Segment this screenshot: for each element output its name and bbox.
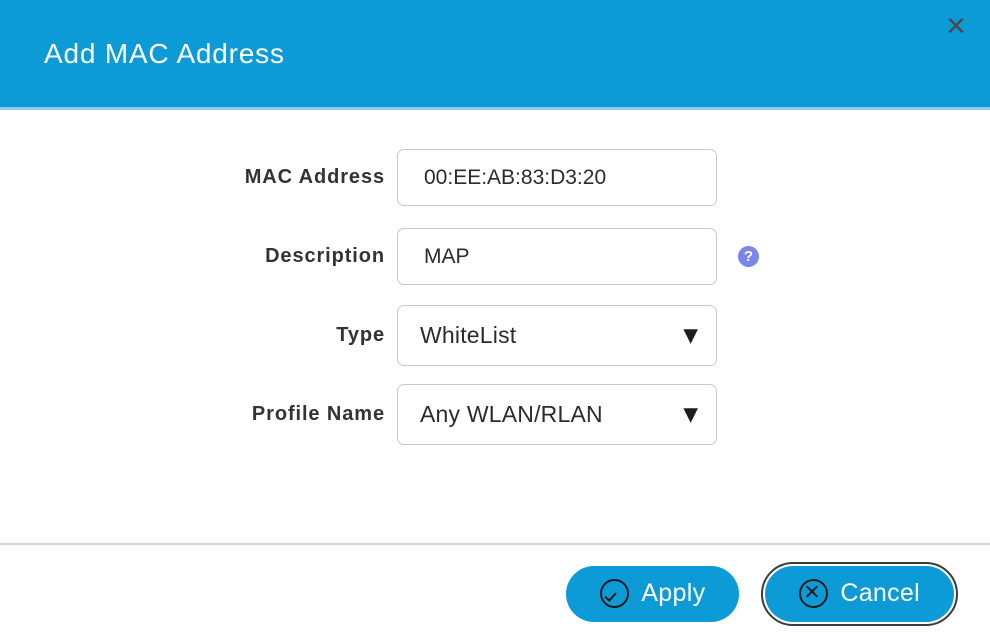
- page-title: Add MAC Address: [44, 38, 285, 69]
- form-row-profile-name: Profile Name Any WLAN/RLAN ▼: [0, 384, 990, 445]
- field-wrap-description: ?: [397, 228, 759, 285]
- profile-name-select[interactable]: Any WLAN/RLAN ▼: [397, 384, 717, 445]
- field-wrap-type: WhiteList ▼: [397, 305, 717, 366]
- chevron-down-icon: ▼: [683, 403, 698, 425]
- chevron-down-icon: ▼: [683, 324, 698, 346]
- dialog-body: MAC Address Description ? Type WhiteList…: [0, 110, 990, 543]
- label-type: Type: [336, 324, 385, 346]
- field-wrap-mac-address: [397, 149, 717, 206]
- mac-address-input[interactable]: [397, 149, 717, 206]
- apply-button[interactable]: Apply: [566, 565, 740, 622]
- label-mac-address: MAC Address: [244, 166, 385, 188]
- form-row-type: Type WhiteList ▼: [0, 305, 990, 366]
- cancel-button[interactable]: Cancel: [761, 561, 958, 626]
- description-input[interactable]: [397, 228, 717, 285]
- close-button[interactable]: ✕: [939, 10, 973, 44]
- apply-button-label: Apply: [641, 579, 706, 607]
- close-icon: ✕: [945, 12, 967, 42]
- label-description: Description: [265, 245, 385, 267]
- label-profile-name: Profile Name: [251, 403, 385, 425]
- dialog-header: Add MAC Address ✕: [0, 0, 990, 110]
- x-circle-icon: [799, 579, 829, 608]
- field-wrap-profile-name: Any WLAN/RLAN ▼: [397, 384, 717, 445]
- help-icon[interactable]: ?: [738, 246, 759, 267]
- form-row-mac-address: MAC Address: [0, 149, 990, 206]
- type-select[interactable]: WhiteList ▼: [397, 305, 717, 366]
- type-select-value: WhiteList: [420, 322, 517, 348]
- cancel-button-label: Cancel: [840, 579, 920, 607]
- dialog-footer: Apply Cancel: [0, 543, 990, 642]
- form-row-description: Description ?: [0, 228, 990, 285]
- check-circle-icon: [600, 579, 630, 608]
- add-mac-address-dialog: Add MAC Address ✕ MAC Address Descriptio…: [0, 0, 990, 642]
- profile-name-select-value: Any WLAN/RLAN: [420, 401, 603, 427]
